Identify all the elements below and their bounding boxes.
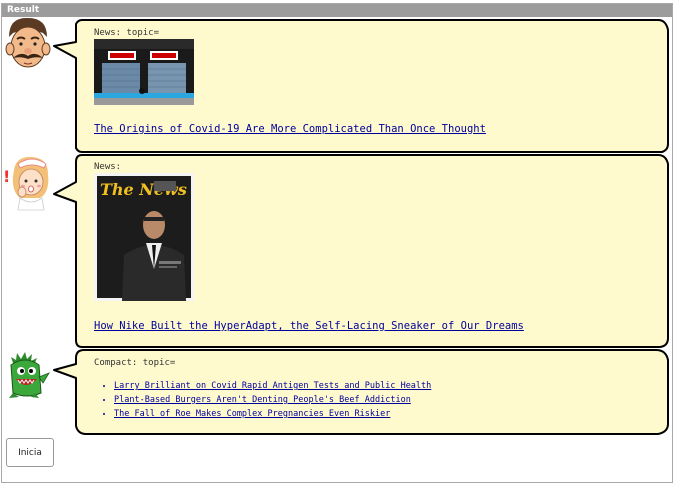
compact-list: Larry Brilliant on Covid Rapid Antigen T… bbox=[94, 379, 654, 421]
compact-link[interactable]: Plant-Based Burgers Aren't Denting Peopl… bbox=[114, 395, 411, 405]
message-label: Compact: topic= bbox=[94, 358, 176, 368]
list-item: The Fall of Roe Makes Complex Pregnancie… bbox=[114, 407, 654, 421]
init-button[interactable]: Inicia bbox=[6, 438, 54, 467]
list-item: Larry Brilliant on Covid Rapid Antigen T… bbox=[114, 379, 654, 393]
compact-link[interactable]: The Fall of Roe Makes Complex Pregnancie… bbox=[114, 409, 390, 419]
compact-link[interactable]: Larry Brilliant on Covid Rapid Antigen T… bbox=[114, 381, 431, 391]
message-3: Compact: topic= Larry Brilliant on Covid… bbox=[94, 358, 654, 421]
list-item: Plant-Based Burgers Aren't Denting Peopl… bbox=[114, 393, 654, 407]
